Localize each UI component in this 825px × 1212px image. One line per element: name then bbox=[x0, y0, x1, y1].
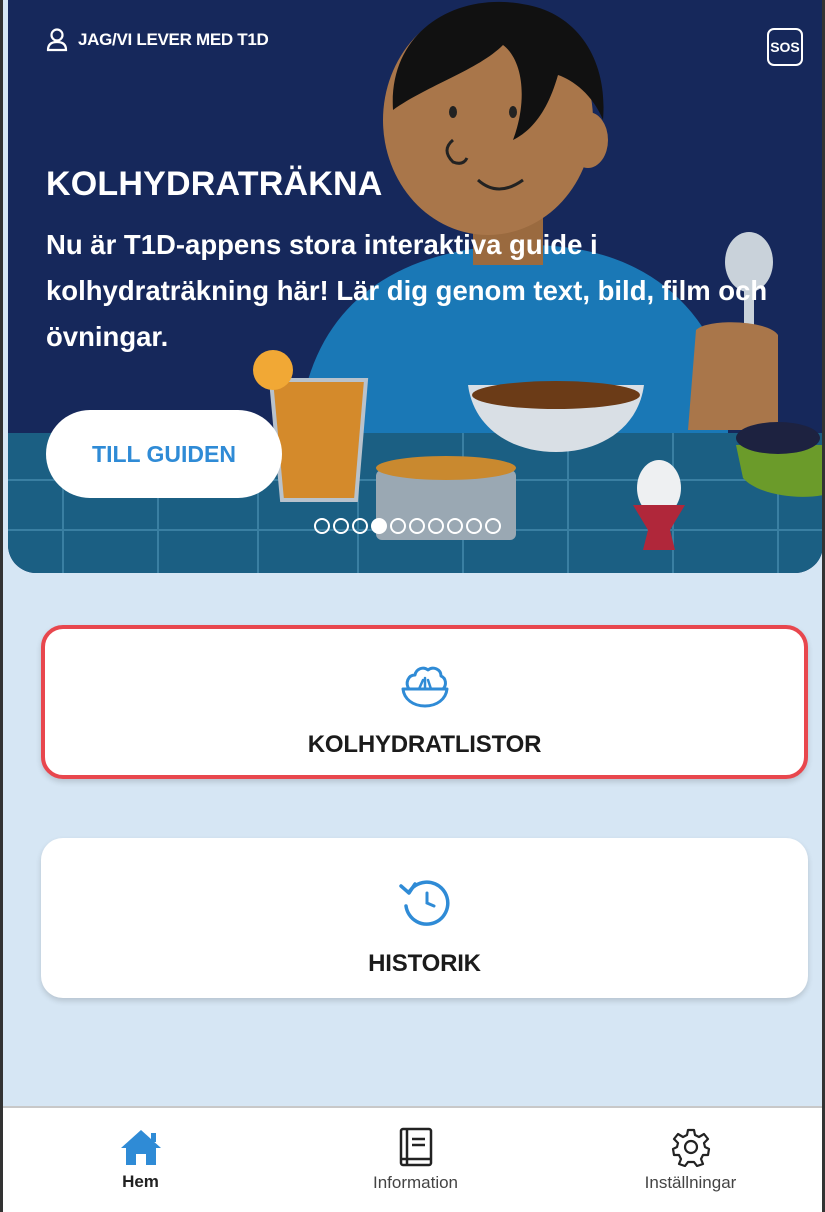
carousel-dot[interactable] bbox=[390, 518, 406, 534]
carb-lists-card[interactable]: KOLHYDRATLISTOR bbox=[41, 625, 808, 779]
nav-item-settings[interactable]: Inställningar bbox=[553, 1108, 822, 1212]
profile-link[interactable]: JAG/VI LEVER MED T1D bbox=[46, 28, 269, 52]
person-icon bbox=[46, 28, 68, 52]
nav-item-home[interactable]: Hem bbox=[3, 1108, 278, 1212]
history-label: HISTORIK bbox=[368, 950, 481, 977]
nav-label-settings: Inställningar bbox=[644, 1173, 737, 1192]
to-guide-button[interactable]: TILL GUIDEN bbox=[46, 410, 282, 498]
carousel-dots bbox=[314, 518, 501, 534]
carousel-dot-active[interactable] bbox=[371, 518, 387, 534]
carousel-dot[interactable] bbox=[314, 518, 330, 534]
history-card[interactable]: HISTORIK bbox=[41, 838, 808, 998]
carousel-dot[interactable] bbox=[409, 518, 425, 534]
hero-description: Nu är T1D-appens stora interaktiva guide… bbox=[46, 229, 768, 352]
history-clock-icon bbox=[398, 880, 450, 926]
profile-label: JAG/VI LEVER MED T1D bbox=[78, 30, 269, 49]
to-guide-label: TILL GUIDEN bbox=[92, 440, 236, 467]
bottom-navigation: Hem Information Inställningar bbox=[3, 1106, 822, 1212]
hero-banner[interactable]: JAG/VI LEVER MED T1D SOS KOLHYDRATRÄKNA … bbox=[8, 0, 822, 573]
carousel-dot[interactable] bbox=[333, 518, 349, 534]
home-icon bbox=[120, 1130, 161, 1165]
carousel-dot[interactable] bbox=[485, 518, 501, 534]
carb-lists-label: KOLHYDRATLISTOR bbox=[307, 731, 542, 758]
nav-label-home: Hem bbox=[122, 1172, 159, 1191]
app-frame: JAG/VI LEVER MED T1D SOS KOLHYDRATRÄKNA … bbox=[0, 0, 825, 1212]
salad-bowl-icon bbox=[401, 666, 448, 708]
gear-icon bbox=[671, 1128, 710, 1167]
carousel-dot[interactable] bbox=[466, 518, 482, 534]
carousel-dot[interactable] bbox=[352, 518, 368, 534]
carousel-dot[interactable] bbox=[447, 518, 463, 534]
sos-button[interactable]: SOS bbox=[767, 28, 803, 66]
nav-label-information: Information bbox=[372, 1173, 459, 1192]
nav-item-information[interactable]: Information bbox=[278, 1108, 553, 1212]
hero-title: KOLHYDRATRÄKNA bbox=[46, 165, 383, 203]
book-icon bbox=[399, 1127, 432, 1167]
carousel-dot[interactable] bbox=[428, 518, 444, 534]
sos-label: SOS bbox=[770, 39, 800, 55]
